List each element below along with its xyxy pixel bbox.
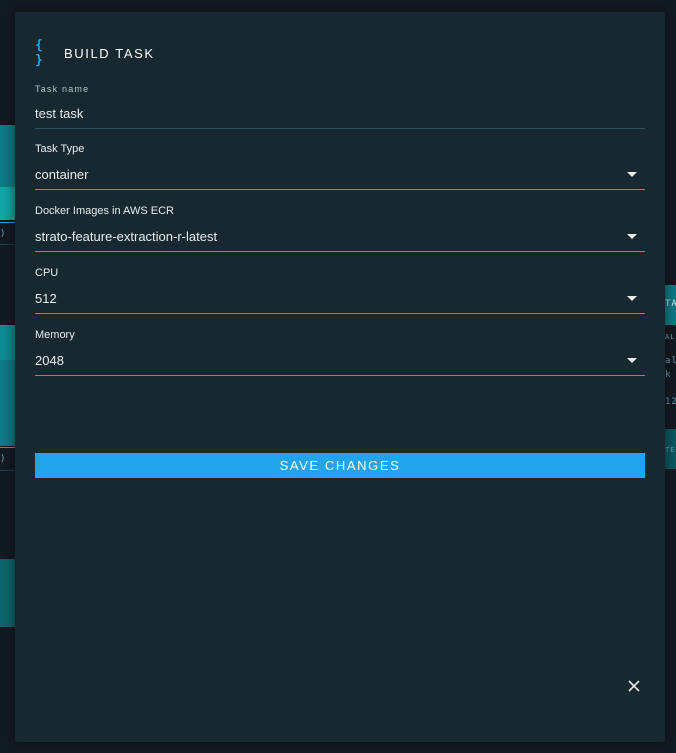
bg-card-left-1 <box>0 125 15 187</box>
cpu-underline <box>35 313 645 314</box>
bg-text-right-1: TA <box>665 299 676 309</box>
task-name-field[interactable]: Task name test task <box>35 84 645 130</box>
close-icon[interactable] <box>627 679 641 693</box>
cpu-select[interactable]: CPU 512 <box>35 267 645 315</box>
chevron-down-icon[interactable] <box>627 358 637 363</box>
bg-line-left-2 <box>0 447 15 448</box>
task-type-underline <box>35 189 645 190</box>
memory-label: Memory <box>35 329 75 341</box>
modal-header: { } BUILD TASK <box>35 38 155 68</box>
bg-text-right-5: 12 <box>665 397 676 407</box>
bg-line-left-1 <box>0 222 15 223</box>
close-icon-glyph <box>628 680 640 692</box>
cpu-label: CPU <box>35 267 59 279</box>
bg-text-right-2: AL <box>665 333 676 341</box>
chevron-down-icon[interactable] <box>627 172 637 177</box>
cpu-value[interactable]: 512 <box>35 291 57 306</box>
bg-card-left-2 <box>0 360 15 446</box>
task-name-input[interactable]: test task <box>35 106 83 121</box>
bg-text-left-2: ) <box>0 454 7 464</box>
bg-card-left-3 <box>0 559 15 627</box>
bg-card-left-2-accent <box>0 325 15 360</box>
build-task-modal: { } BUILD TASK Task name test task Task … <box>15 12 665 742</box>
docker-image-label: Docker Images in AWS ECR <box>35 205 174 217</box>
bg-text-right-3: al <box>665 356 676 366</box>
bg-line-left-1b <box>0 244 15 245</box>
docker-image-select[interactable]: Docker Images in AWS ECR strato-feature-… <box>35 205 645 253</box>
app-background: ) ) TA AL al k 12 TE { } BUILD TASK Task… <box>0 0 676 753</box>
bg-text-left-1: ) <box>0 229 7 239</box>
memory-select[interactable]: Memory 2048 <box>35 329 645 377</box>
docker-image-underline <box>35 251 645 252</box>
task-type-value[interactable]: container <box>35 167 88 182</box>
task-type-select[interactable]: Task Type container <box>35 143 645 191</box>
bg-text-right-6: TE <box>665 446 676 454</box>
bg-card-left-1-accent <box>0 187 15 220</box>
chevron-down-icon[interactable] <box>627 296 637 301</box>
chevron-down-icon[interactable] <box>627 234 637 239</box>
modal-title: BUILD TASK <box>64 45 155 61</box>
task-name-underline <box>35 128 645 129</box>
bg-line-left-2b <box>0 470 15 471</box>
memory-value[interactable]: 2048 <box>35 353 64 368</box>
save-changes-button[interactable]: SAVE CHANGES <box>35 453 645 478</box>
docker-image-value[interactable]: strato-feature-extraction-r-latest <box>35 229 217 244</box>
bg-text-right-4: k <box>665 370 672 380</box>
task-type-label: Task Type <box>35 143 85 155</box>
braces-icon: { } <box>35 38 43 68</box>
task-name-label: Task name <box>35 84 90 94</box>
memory-underline <box>35 375 645 376</box>
